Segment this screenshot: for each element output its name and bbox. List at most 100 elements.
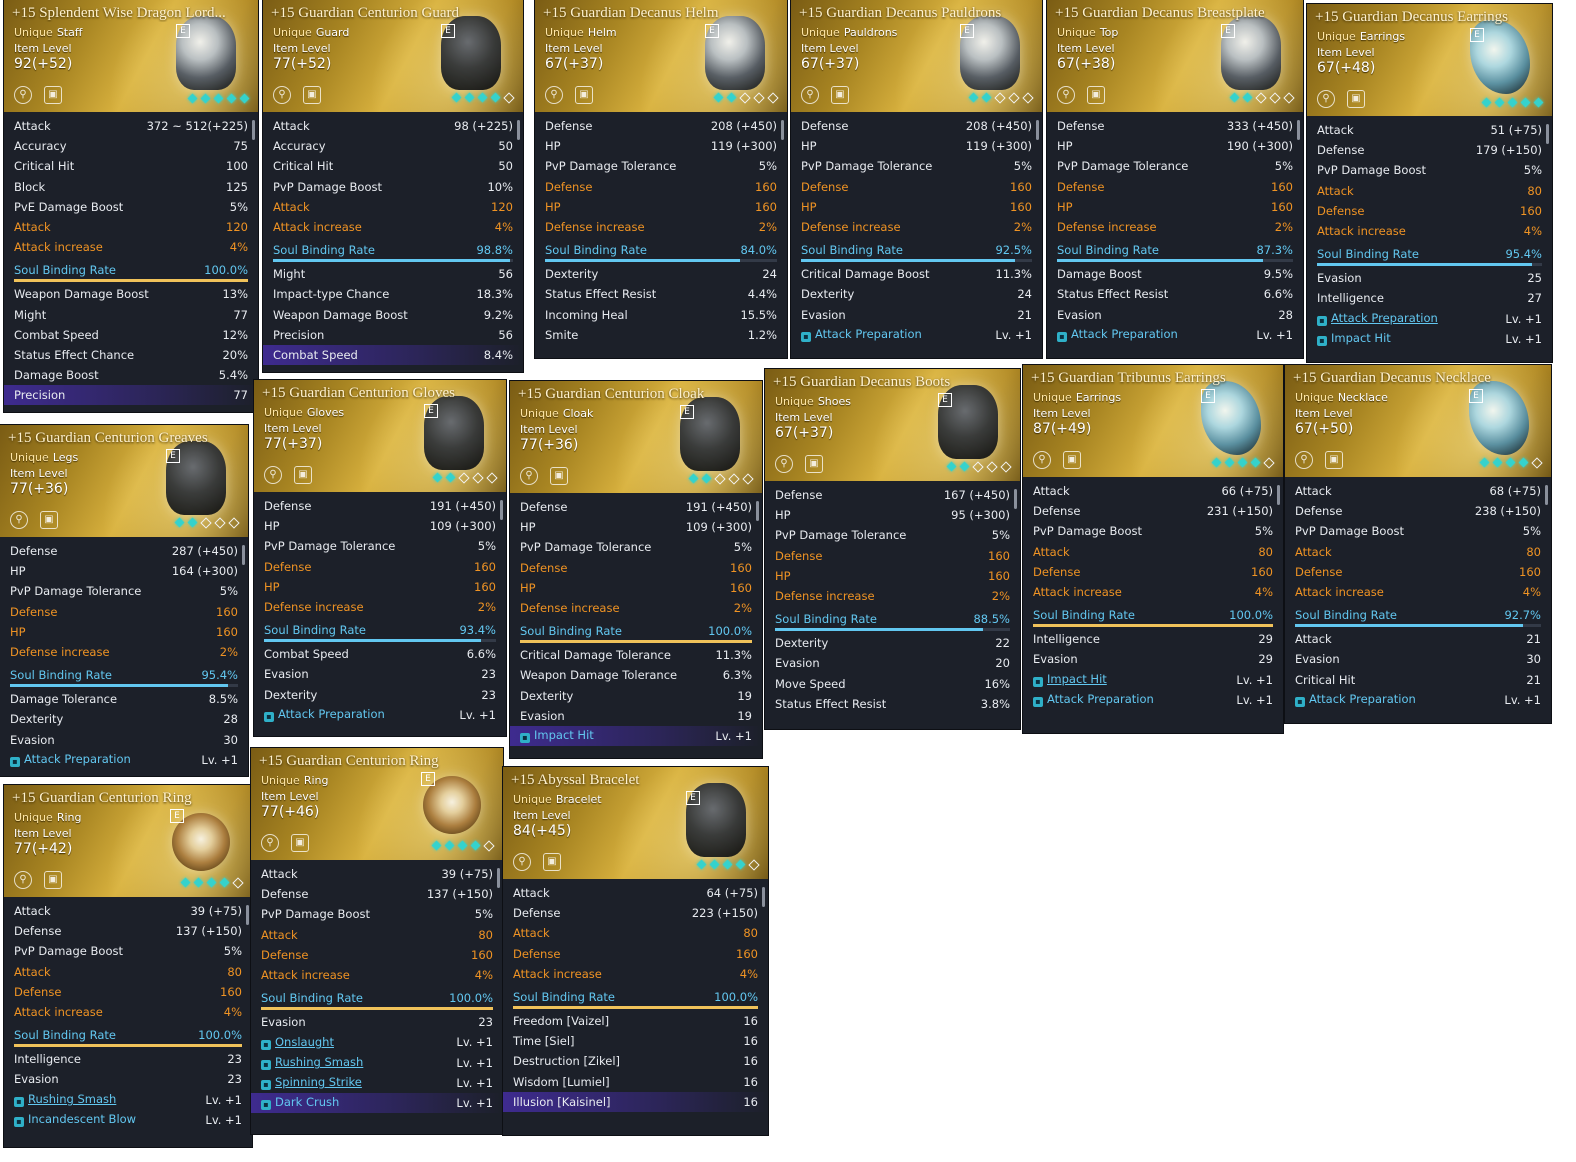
equipped-badge: E: [938, 393, 952, 407]
lock-icon[interactable]: ▣: [550, 467, 568, 485]
stat-name: Critical Hit: [273, 159, 334, 174]
share-icon[interactable]: ⚲: [545, 86, 563, 104]
share-icon[interactable]: ⚲: [801, 86, 819, 104]
share-icon[interactable]: ⚲: [1295, 451, 1313, 469]
skill-name-link[interactable]: Attack Preparation: [278, 707, 385, 721]
skill-row[interactable]: ▪ Attack Preparation Lv. +1: [1295, 690, 1541, 710]
lock-icon[interactable]: ▣: [291, 834, 309, 852]
skill-row[interactable]: ▪ Incandescent Blow Lv. +1: [14, 1110, 242, 1130]
lock-icon[interactable]: ▣: [303, 86, 321, 104]
skill-row[interactable]: ▪ Attack Preparation Lv. +1: [264, 705, 496, 725]
share-icon[interactable]: ⚲: [273, 86, 291, 104]
skill-name-link[interactable]: Impact Hit: [534, 728, 594, 742]
skill-name-link[interactable]: Rushing Smash: [28, 1092, 116, 1106]
scrollbar-thumb[interactable]: [246, 905, 249, 925]
share-icon[interactable]: ⚲: [1057, 86, 1075, 104]
skill-row[interactable]: ▪ Impact Hit Lv. +1: [510, 725, 762, 747]
lock-icon[interactable]: ▣: [1063, 451, 1081, 469]
skill-row[interactable]: ▪ Attack Preparation Lv. +1: [1317, 309, 1542, 329]
lock-icon[interactable]: ▣: [40, 511, 58, 529]
scrollbar-thumb[interactable]: [756, 501, 759, 521]
skill-row[interactable]: ▪ Onslaught Lv. +1: [261, 1032, 493, 1052]
share-icon[interactable]: ⚲: [264, 466, 282, 484]
skill-row[interactable]: ▪ Rushing Smash Lv. +1: [261, 1053, 493, 1073]
lock-icon[interactable]: ▣: [831, 86, 849, 104]
lock-icon[interactable]: ▣: [1325, 451, 1343, 469]
lock-icon[interactable]: ▣: [294, 466, 312, 484]
scrollbar-thumb[interactable]: [1036, 120, 1039, 140]
skill-name-link[interactable]: Spinning Strike: [275, 1075, 362, 1089]
stat-value: 6.3%: [722, 668, 752, 683]
scrollbar-thumb[interactable]: [242, 545, 245, 565]
scrollbar-thumb[interactable]: [1277, 485, 1280, 505]
skill-name-link[interactable]: Incandescent Blow: [28, 1112, 136, 1126]
skill-row[interactable]: ▪ Attack Preparation Lv. +1: [801, 325, 1032, 345]
skill-row[interactable]: ▪ Spinning Strike Lv. +1: [261, 1073, 493, 1093]
share-icon[interactable]: ⚲: [10, 511, 28, 529]
lock-icon[interactable]: ▣: [805, 455, 823, 473]
scrollbar-thumb[interactable]: [1297, 120, 1300, 140]
skill-name-link[interactable]: Onslaught: [275, 1035, 334, 1049]
stat-row: Attack increase 4%: [1295, 582, 1541, 602]
share-icon[interactable]: ⚲: [1317, 90, 1335, 108]
stat-row: Critical Hit 50: [273, 156, 513, 176]
skill-level: Lv. +1: [205, 1092, 242, 1107]
stat-value: 39 (+75): [190, 904, 242, 919]
stat-row: Evasion 29: [1033, 649, 1273, 669]
lock-icon[interactable]: ▣: [543, 853, 561, 871]
skill-row[interactable]: ▪ Attack Preparation Lv. +1: [10, 750, 238, 770]
skill-name-link[interactable]: Attack Preparation: [24, 752, 131, 766]
share-icon[interactable]: ⚲: [775, 455, 793, 473]
skill-name-link[interactable]: Impact Hit: [1331, 331, 1391, 345]
share-icon[interactable]: ⚲: [14, 86, 32, 104]
skill-name-link[interactable]: Attack Preparation: [1309, 692, 1416, 706]
stat-name: Might: [14, 307, 47, 322]
skill-name-link[interactable]: Impact Hit: [1047, 672, 1107, 686]
skill-name-link[interactable]: Attack Preparation: [1331, 311, 1438, 325]
lock-icon[interactable]: ▣: [44, 86, 62, 104]
stat-value: 4%: [229, 240, 248, 255]
scrollbar-thumb[interactable]: [1546, 124, 1549, 144]
stat-name: PvP Damage Boost: [273, 179, 382, 194]
filled-diamond-icon: [451, 92, 462, 103]
soul-binding-section: Soul Binding Rate 98.8%: [273, 241, 513, 263]
skill-row[interactable]: ▪ Impact Hit Lv. +1: [1317, 329, 1542, 349]
scrollbar-thumb[interactable]: [1014, 489, 1017, 509]
skill-name-link[interactable]: Dark Crush: [275, 1095, 339, 1109]
skill-row[interactable]: ▪ Attack Preparation Lv. +1: [1033, 690, 1273, 710]
skill-name-link[interactable]: Attack Preparation: [1071, 327, 1178, 341]
share-icon[interactable]: ⚲: [513, 853, 531, 871]
stat-value: 23: [481, 687, 496, 702]
share-icon[interactable]: ⚲: [14, 871, 32, 889]
lock-icon[interactable]: ▣: [44, 871, 62, 889]
skill-name-link[interactable]: Rushing Smash: [275, 1055, 363, 1069]
tooltip-body: Attack 51 (+75) Defense 179 (+150) PvP Damag…: [1307, 116, 1552, 349]
lock-icon[interactable]: ▣: [1347, 90, 1365, 108]
skill-name-link[interactable]: Attack Preparation: [1047, 692, 1154, 706]
stat-row: Evasion 23: [14, 1069, 242, 1089]
skill-name-link[interactable]: Attack Preparation: [815, 327, 922, 341]
scrollbar-thumb[interactable]: [500, 500, 503, 520]
share-icon[interactable]: ⚲: [1033, 451, 1051, 469]
skill-row[interactable]: ▪ Dark Crush Lv. +1: [251, 1092, 503, 1114]
share-icon[interactable]: ⚲: [261, 834, 279, 852]
lock-icon[interactable]: ▣: [1087, 86, 1105, 104]
soul-binding-row: Soul Binding Rate 93.4%: [264, 621, 496, 639]
scrollbar-thumb[interactable]: [252, 120, 255, 140]
scrollbar-thumb[interactable]: [1545, 485, 1548, 505]
skill-row[interactable]: ▪ Attack Preparation Lv. +1: [1057, 325, 1293, 345]
scrollbar-thumb[interactable]: [762, 887, 765, 907]
stat-value: 16: [743, 1094, 758, 1109]
skill-row[interactable]: ▪ Rushing Smash Lv. +1: [14, 1090, 242, 1110]
stat-row: Status Effect Resist 3.8%: [775, 694, 1010, 714]
share-icon[interactable]: ⚲: [520, 467, 538, 485]
scrollbar-thumb[interactable]: [781, 120, 784, 140]
item-type-line: Unique Necklace: [1295, 391, 1388, 404]
stat-name: Attack increase: [14, 240, 103, 255]
item-type-line: Unique Earrings: [1317, 30, 1405, 43]
skill-name-wrap: ▪ Attack Preparation: [1057, 327, 1178, 343]
skill-row[interactable]: ▪ Impact Hit Lv. +1: [1033, 670, 1273, 690]
lock-icon[interactable]: ▣: [575, 86, 593, 104]
scrollbar-thumb[interactable]: [497, 868, 500, 888]
scrollbar-thumb[interactable]: [517, 120, 520, 140]
